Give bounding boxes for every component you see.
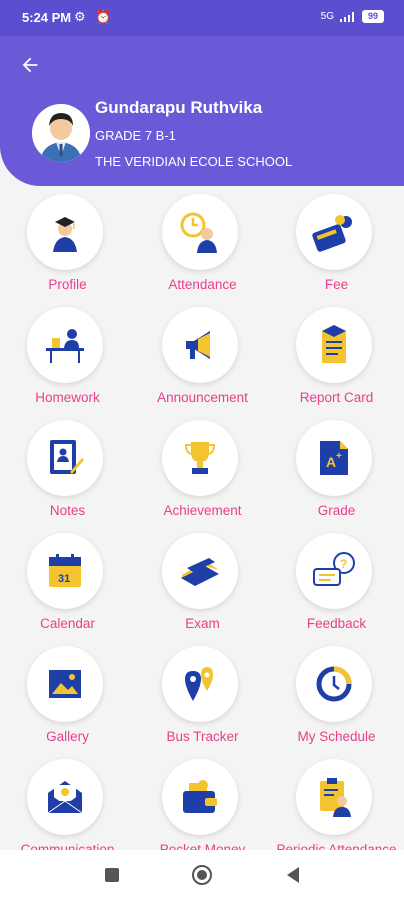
tile-label: Fee xyxy=(324,277,349,292)
tile-label: Notes xyxy=(49,503,86,518)
tile-my-schedule[interactable]: My Schedule xyxy=(269,638,404,751)
image-icon xyxy=(27,646,103,722)
calculator-money-icon xyxy=(296,194,372,270)
tile-gallery[interactable]: Gallery xyxy=(0,638,135,751)
tile-fee[interactable]: Fee xyxy=(269,186,404,299)
tile-label: Feedback xyxy=(306,616,367,631)
tile-communication[interactable]: Communication xyxy=(0,751,135,850)
notes-pen-icon xyxy=(27,420,103,496)
wallet-icon xyxy=(162,759,238,835)
tile-label: Gallery xyxy=(46,729,89,744)
back-triangle-icon[interactable] xyxy=(283,864,305,886)
tile-periodic-attendance[interactable]: Periodic Attendance xyxy=(269,751,404,850)
tile-achievement[interactable]: Achievement xyxy=(135,412,270,525)
tile-feedback[interactable]: ? Feedback xyxy=(269,525,404,638)
signal-icon: 5G xyxy=(320,11,334,22)
system-nav-bar xyxy=(0,850,404,900)
signal-bars-icon xyxy=(339,11,354,22)
tile-label: Communication xyxy=(20,842,115,850)
tile-label: Profile xyxy=(48,277,87,292)
menu-grid: Profile Attendance Fee Homework Announce… xyxy=(0,186,404,850)
tile-label: Report Card xyxy=(299,390,374,405)
avatar xyxy=(32,104,90,162)
tile-label: Exam xyxy=(185,616,220,631)
envelope-icon xyxy=(27,759,103,835)
tile-announcement[interactable]: Announcement xyxy=(135,299,270,412)
status-notification-icons: ⚙ ⏰ xyxy=(74,9,115,24)
tile-notes[interactable]: Notes xyxy=(0,412,135,525)
svg-text:?: ? xyxy=(340,557,347,571)
clock-person-icon xyxy=(162,194,238,270)
tile-label: Pocket Money xyxy=(159,842,246,850)
arrow-left-icon[interactable] xyxy=(16,54,44,82)
student-grade: GRADE 7 B-1 xyxy=(95,128,176,143)
status-time: 5:24 PM xyxy=(22,10,72,25)
svg-text:A: A xyxy=(326,454,336,470)
grade-a-plus-icon: A + xyxy=(296,420,372,496)
trophy-icon xyxy=(162,420,238,496)
school-name: THE VERIDIAN ECOLE SCHOOL xyxy=(95,154,293,169)
tile-pocket-money[interactable]: Pocket Money xyxy=(135,751,270,850)
tile-grade[interactable]: A + Grade xyxy=(269,412,404,525)
tile-label: Periodic Attendance xyxy=(276,842,397,850)
tile-label: My Schedule xyxy=(297,729,376,744)
tile-exam[interactable]: Exam xyxy=(135,525,270,638)
svg-text:+: + xyxy=(336,451,342,462)
clipboard-person-icon xyxy=(296,759,372,835)
tile-profile[interactable]: Profile xyxy=(0,186,135,299)
calendar-icon: 31 xyxy=(27,533,103,609)
tile-label: Attendance xyxy=(168,277,237,292)
recent-apps-icon[interactable] xyxy=(101,864,123,886)
svg-text:31: 31 xyxy=(58,573,70,585)
student-name: Gundarapu Ruthvika xyxy=(95,98,263,117)
exam-book-icon xyxy=(162,533,238,609)
chat-bubbles-icon: ? xyxy=(296,533,372,609)
tile-bus-tracker[interactable]: Bus Tracker xyxy=(135,638,270,751)
schedule-clock-icon xyxy=(296,646,372,722)
tile-calendar[interactable]: 31 Calendar xyxy=(0,525,135,638)
graduate-icon xyxy=(27,194,103,270)
tile-label: Calendar xyxy=(40,616,95,631)
desk-student-icon xyxy=(27,307,103,383)
status-right: 5G 99 xyxy=(321,10,384,23)
tile-attendance[interactable]: Attendance xyxy=(135,186,270,299)
profile-header: Gundarapu Ruthvika GRADE 7 B-1 THE VERID… xyxy=(0,36,404,186)
map-pin-icon xyxy=(162,646,238,722)
battery-icon: 99 xyxy=(361,10,384,23)
home-icon[interactable] xyxy=(191,864,213,886)
tile-label: Announcement xyxy=(157,390,248,405)
status-bar: 5:24 PM ⚙ ⏰ 5G 99 xyxy=(0,0,404,36)
tile-homework[interactable]: Homework xyxy=(0,299,135,412)
tile-label: Achievement xyxy=(163,503,242,518)
tile-label: Grade xyxy=(317,503,356,518)
tile-label: Bus Tracker xyxy=(166,729,239,744)
megaphone-icon xyxy=(162,307,238,383)
tile-report-card[interactable]: Report Card xyxy=(269,299,404,412)
tile-label: Homework xyxy=(35,390,100,405)
report-card-icon xyxy=(296,307,372,383)
